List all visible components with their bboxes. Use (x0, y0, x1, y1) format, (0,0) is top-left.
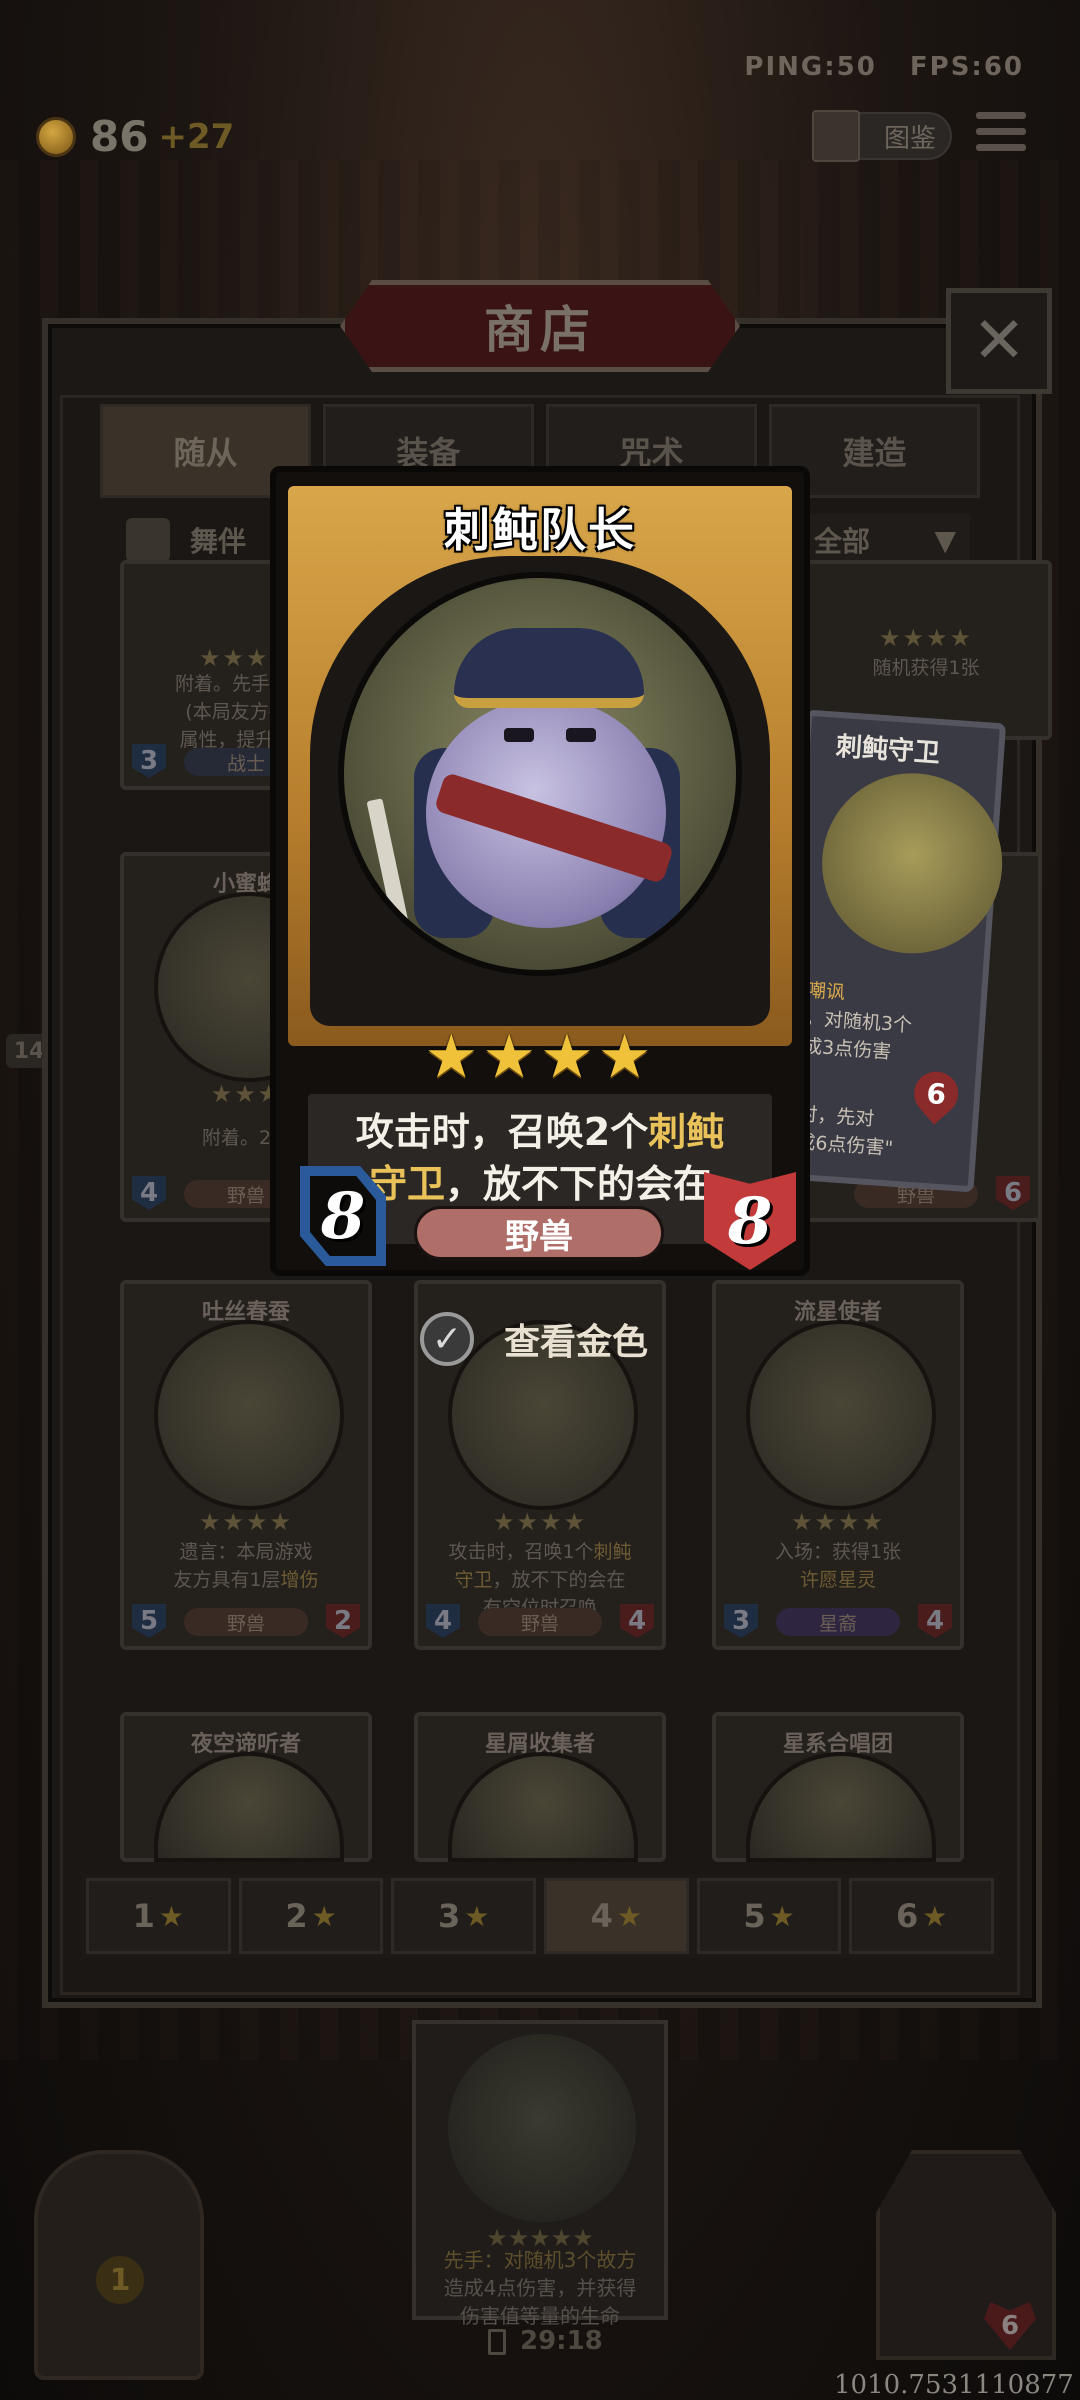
hamburger-icon (976, 112, 1026, 119)
board-card[interactable]: ★★★★★ 先手：对随机3个故方 造成4点伤害，并获得 伤害值等量的生命 (412, 2020, 668, 2328)
card-art (816, 767, 1009, 960)
eye (566, 728, 596, 742)
card-stars: ★★★★ (198, 1508, 294, 1536)
ping-readout: PING:50 (744, 52, 877, 82)
card-hp: 6 (996, 1176, 1030, 1210)
star-filter-2[interactable]: 2 ★ (238, 1878, 384, 1954)
card-stars: ★★★★ (492, 1508, 588, 1536)
card-art (746, 1320, 936, 1510)
card-cost: 5 (132, 1604, 166, 1638)
star-icon: ★ (311, 1899, 337, 1933)
shop-card[interactable]: 流星使者 ★★★★ 入场：获得1张 许愿星灵 3 4 星裔 (712, 1280, 964, 1650)
card-desc: 随机获得1张 (872, 657, 980, 679)
captain-hat (454, 628, 644, 708)
coin-counter: 86 +27 (36, 112, 234, 161)
view-golden-toggle[interactable]: ✓ 查看金色 (420, 1304, 680, 1374)
hourglass-icon (488, 2328, 506, 2355)
tribe-filter-select[interactable]: 全部 ▼ (800, 514, 970, 566)
card-art (448, 2034, 636, 2222)
shop-card[interactable]: 星系合唱团 (712, 1712, 964, 1862)
shop-card[interactable]: 吐丝春蚕 ★★★★ 遗言：本局游戏 友方具有1层增伤 5 2 野兽 (120, 1280, 372, 1650)
card-name: 刺鲀守卫 (835, 731, 941, 769)
card-cost: 3 (724, 1604, 758, 1638)
star-icon: ★ (616, 1899, 643, 1933)
highlighted-card[interactable]: 刺鲀队长 ★★★★ 攻击时，召唤2个刺鲀 守卫，放不下的会在 有空位时召唤 8 … (270, 466, 810, 1276)
card-art (154, 1320, 344, 1510)
card-cost: 3 (132, 744, 166, 778)
tavern-level: 1 (96, 2256, 144, 2304)
coin-icon (36, 116, 76, 157)
card-tribe: 星裔 (776, 1608, 900, 1636)
tavern-chest[interactable]: 1 (34, 2150, 204, 2380)
view-golden-label: 查看金色 (504, 1322, 649, 1363)
card-tribe: 野兽 (478, 1608, 602, 1636)
card-hp: 4 (620, 1604, 654, 1638)
star-filter-5[interactable]: 5 ★ (696, 1878, 842, 1954)
star-filter-4[interactable]: 4 ★ (544, 1878, 689, 1954)
coin-income: +27 (158, 116, 235, 157)
card-stars: ★★★★ (878, 624, 974, 652)
codex-label: 图鉴 (883, 123, 936, 154)
close-button[interactable]: ✕ (946, 288, 1052, 394)
companion-toggle[interactable]: 舞伴 (126, 514, 286, 566)
card-name: 刺鲀队长 (444, 503, 636, 557)
companion-label: 舞伴 (190, 525, 247, 558)
card-cost: 4 (132, 1176, 166, 1210)
star-filter-6[interactable]: 6 ★ (849, 1878, 995, 1954)
card-cost: 4 (426, 1604, 460, 1638)
card-art (448, 1752, 638, 1862)
card-tribe: 野兽 (184, 1608, 308, 1636)
card-art (154, 1752, 344, 1862)
card-hp: 2 (326, 1604, 360, 1638)
mask-icon (126, 518, 170, 562)
round-timer: 29:18 (488, 2326, 603, 2356)
checkmark-icon[interactable]: ✓ (420, 1312, 474, 1366)
card-desc: 先手：对随机3个故方 造成4点伤害，并获得 伤害值等量的生命 (443, 2248, 637, 2328)
shop-title: 商店 (340, 280, 740, 372)
card-stars: ★★★★ (424, 1022, 656, 1092)
menu-button[interactable] (976, 112, 1026, 158)
star-icon: ★ (464, 1899, 490, 1933)
star-icon: ★ (158, 1899, 185, 1933)
eye (504, 728, 534, 742)
card-hp: 4 (918, 1604, 952, 1638)
chevron-down-icon: ▼ (934, 523, 956, 557)
star-filter-bar: 1 ★ 2 ★ 3 ★ 4 ★ 5 ★ 6 ★ (82, 1874, 998, 1958)
card-art (338, 572, 742, 976)
card-art (746, 1752, 936, 1862)
book-icon (812, 110, 860, 162)
card-tribe: 野兽 (414, 1206, 664, 1260)
card-desc: 遗言：本局游戏 友方具有1层增伤 (173, 1541, 319, 1591)
star-filter-3[interactable]: 3 ★ (391, 1878, 537, 1954)
shop-card[interactable]: 星屑收集者 (414, 1712, 666, 1862)
star-filter-1[interactable]: 1 ★ (86, 1878, 231, 1954)
star-icon: ★ (769, 1899, 795, 1933)
filter-value: 全部 (814, 525, 871, 558)
fps-readout: FPS:60 (909, 52, 1024, 82)
card-stars: ★★★★ (790, 1508, 886, 1536)
shop-title-text: 商店 (484, 301, 596, 359)
card-desc: 入场：获得1张 许愿星灵 (774, 1541, 902, 1591)
codex-button[interactable]: 图鉴 (812, 110, 952, 162)
hero-portrait[interactable] (876, 2150, 1056, 2360)
user-id: 1010.7531110877 (834, 2370, 1074, 2400)
star-icon: ★ (922, 1899, 948, 1933)
network-status: PING:50 FPS:60 (722, 52, 1024, 82)
card-desc: 嘲讽 ，对随机3个 成3点伤害 时，先对 成6点伤害" (795, 979, 913, 1160)
coin-amount: 86 (90, 112, 149, 161)
shop-card[interactable]: 夜空谛听者 (120, 1712, 372, 1862)
close-icon: ✕ (972, 304, 1026, 378)
